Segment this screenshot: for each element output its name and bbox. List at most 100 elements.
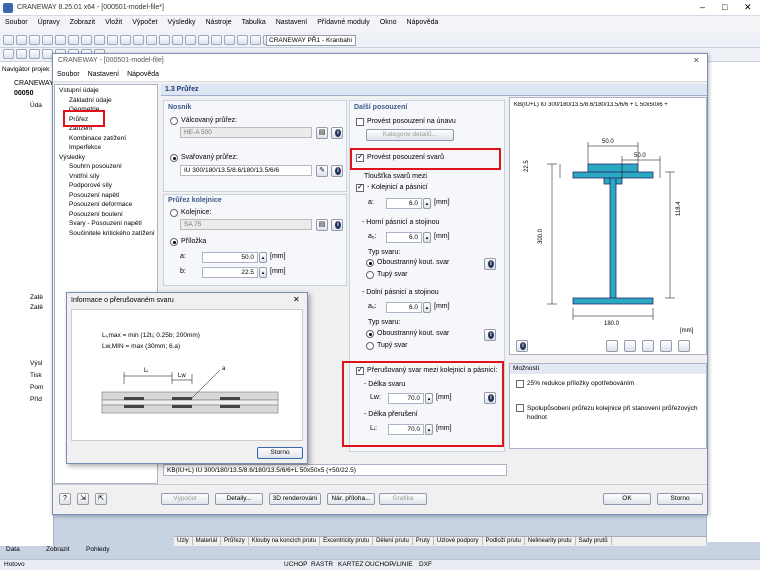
toolbar-button-icon[interactable]: [81, 35, 92, 45]
plate-a-field[interactable]: 50.0: [202, 252, 258, 263]
weld-ao-field[interactable]: 6.0: [386, 232, 422, 243]
spinner-icon[interactable]: ▴: [259, 267, 267, 278]
toolbar-button-icon[interactable]: [120, 35, 131, 45]
weld-a-field[interactable]: 6.0: [386, 198, 422, 209]
nav-tab[interactable]: Pohledy: [86, 546, 110, 553]
maximize-button[interactable]: □: [722, 2, 727, 12]
status-cell[interactable]: UCHOP: [284, 561, 307, 568]
reduction-checkbox[interactable]: [516, 380, 524, 388]
menu-item[interactable]: Soubor: [0, 16, 33, 29]
menu-item[interactable]: Nápověda: [402, 16, 444, 29]
popup-cancel-button[interactable]: Storno: [257, 447, 303, 459]
toolbar-button-icon[interactable]: [198, 35, 209, 45]
tree-item[interactable]: Kombinace zatížení: [69, 135, 126, 142]
menu-item[interactable]: Okno: [375, 16, 402, 29]
cancel-button[interactable]: Storno: [657, 493, 703, 505]
toolbar-button-icon[interactable]: [250, 35, 261, 45]
toolbar-button-icon[interactable]: [159, 35, 170, 45]
cooperation-checkbox[interactable]: [516, 404, 524, 412]
toolbar-button-icon[interactable]: [185, 35, 196, 45]
bottom-tab[interactable]: Sady prutů: [576, 537, 612, 545]
nav-item[interactable]: Pom: [30, 384, 43, 391]
toolbar-button-icon[interactable]: [172, 35, 183, 45]
info-icon[interactable]: [331, 165, 343, 177]
bottom-tab[interactable]: Pruty: [413, 537, 434, 545]
bottom-tab[interactable]: Průřezy: [221, 537, 249, 545]
edit-section-icon[interactable]: ✎: [316, 165, 328, 177]
nav-item[interactable]: Úda: [30, 102, 42, 109]
status-cell[interactable]: DXF: [419, 561, 432, 568]
spinner-icon[interactable]: ▴: [423, 198, 431, 209]
toolbar-button-icon[interactable]: [94, 35, 105, 45]
dialog-menu-item[interactable]: Nápověda: [123, 68, 163, 81]
plate-radio[interactable]: [170, 238, 178, 246]
nav-item[interactable]: Příd: [30, 396, 42, 403]
nav-item[interactable]: Zatě: [30, 304, 43, 311]
tree-item[interactable]: Imperfekce: [69, 144, 101, 151]
rail-radio[interactable]: [170, 209, 178, 217]
section-view-icon[interactable]: [606, 340, 618, 352]
bottom-tab[interactable]: Uzlové podpory: [434, 537, 483, 545]
popup-close-icon[interactable]: ✕: [293, 295, 300, 304]
blunt2-radio[interactable]: [366, 342, 374, 350]
menu-item[interactable]: Nástroje: [201, 16, 237, 29]
info-icon[interactable]: [484, 258, 496, 270]
calculate-button[interactable]: Výpočet: [161, 493, 209, 505]
rail-field[interactable]: SA 75: [180, 219, 312, 230]
tree-item[interactable]: Svary - Posouzení napětí: [69, 220, 142, 227]
welded-radio[interactable]: [170, 154, 178, 162]
welded-field[interactable]: IU 300/180/13.5/8.6/180/13.5/6/6: [180, 165, 312, 176]
status-cell[interactable]: KARTEZ: [338, 561, 364, 568]
toolbar-button-icon[interactable]: [29, 35, 40, 45]
case-select[interactable]: CRANEWAY PŘ1 - Kranbahi: [266, 35, 356, 46]
fatigue-checkbox[interactable]: [356, 118, 364, 126]
import-icon[interactable]: ⇱: [95, 493, 107, 505]
bottom-tab[interactable]: Klouby na koncích prutu: [249, 537, 321, 545]
dialog-close-icon[interactable]: ✕: [693, 56, 700, 65]
rolled-radio[interactable]: [170, 117, 178, 125]
national-annex-button[interactable]: Nár. příloha...: [327, 493, 375, 505]
toolbar-button-icon[interactable]: [29, 49, 40, 59]
tree-item[interactable]: Posouzení deformace: [69, 201, 132, 208]
toolbar-button-icon[interactable]: [16, 35, 27, 45]
tree-group-results[interactable]: Výsledky: [59, 154, 85, 161]
toolbar-button-icon[interactable]: [211, 35, 222, 45]
ok-button[interactable]: OK: [603, 493, 651, 505]
settings-icon[interactable]: [678, 340, 690, 352]
help-icon[interactable]: ?: [59, 493, 71, 505]
bottom-tab[interactable]: Materiál: [193, 537, 222, 545]
bottom-tab[interactable]: Nelinearity prutu: [525, 537, 576, 545]
rail-flange-checkbox[interactable]: [356, 182, 364, 192]
info-icon[interactable]: [331, 127, 343, 139]
info-icon[interactable]: [331, 219, 343, 231]
menu-item[interactable]: Zobrazit: [65, 16, 100, 29]
tree-item[interactable]: Posouzení boulení: [69, 211, 123, 218]
toolbar-button-icon[interactable]: [42, 35, 53, 45]
blunt-radio[interactable]: [366, 271, 374, 279]
weld-au-field[interactable]: 6.0: [386, 302, 422, 313]
menu-item[interactable]: Výpočet: [127, 16, 162, 29]
toolbar-button-icon[interactable]: [68, 35, 79, 45]
menu-item[interactable]: Přídavné moduly: [312, 16, 375, 29]
tree-item[interactable]: Podporové síly: [69, 182, 112, 189]
nav-tab[interactable]: Zobrazit: [46, 546, 69, 553]
close-button[interactable]: ✕: [744, 2, 752, 13]
rolled-field[interactable]: HE-A 500: [180, 127, 312, 138]
dialog-menu-item[interactable]: Soubor: [53, 68, 84, 81]
bottom-tab[interactable]: Podloží prutu: [483, 537, 525, 545]
toolbar-button-icon[interactable]: [3, 49, 14, 59]
toolbar-button-icon[interactable]: [107, 35, 118, 45]
nav-item[interactable]: Výsl: [30, 360, 42, 367]
library-icon[interactable]: ▤: [316, 219, 328, 231]
tree-item[interactable]: Součinitele kritického zatížení: [69, 230, 155, 237]
bottom-tab[interactable]: Uzly: [174, 537, 193, 545]
render-icon[interactable]: [642, 340, 654, 352]
double-fillet2-radio[interactable]: [366, 330, 374, 338]
export-icon[interactable]: ⇲: [77, 493, 89, 505]
detail-categories-button[interactable]: Kategorie detailů...: [366, 129, 454, 141]
tree-item[interactable]: Základní údaje: [69, 97, 112, 104]
menu-item[interactable]: Tabulka: [237, 16, 271, 29]
toolbar-button-icon[interactable]: [133, 35, 144, 45]
info-icon[interactable]: [484, 329, 496, 341]
spinner-icon[interactable]: ▴: [259, 252, 267, 263]
